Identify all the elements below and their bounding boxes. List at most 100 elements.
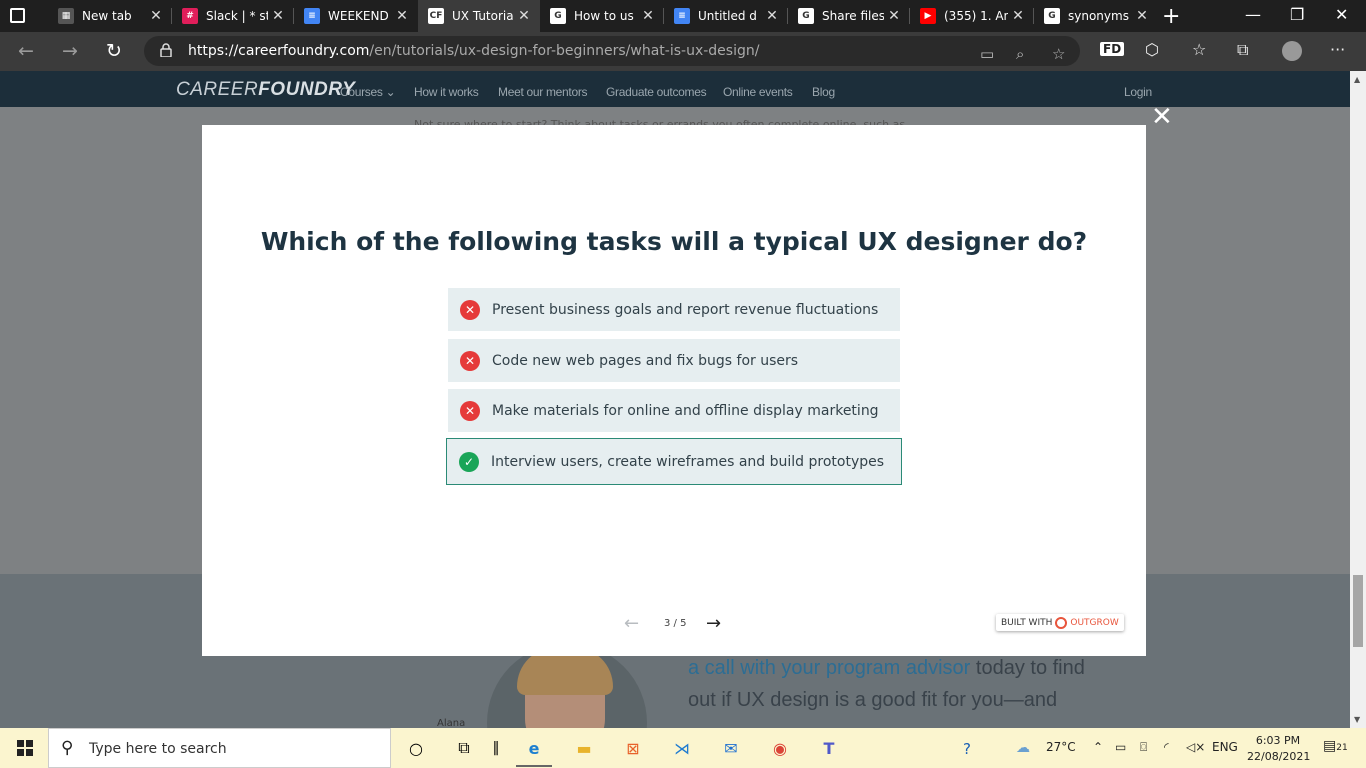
careerfoundry-logo[interactable]: CAREERFOUNDRY [176, 79, 355, 101]
zoom-icon[interactable]: ⌕ [1016, 45, 1024, 63]
task-view-icon[interactable]: ⧉ [452, 736, 476, 760]
page-scrollbar[interactable]: ▲ ▼ [1350, 71, 1366, 728]
weather-icon[interactable]: ☁ [1016, 740, 1030, 756]
cta-text-line-1: a call with your program advisor today t… [688, 657, 1085, 679]
browser-tab[interactable]: ≡ Untitled d ✕ [664, 0, 788, 32]
favorites-icon[interactable]: ☆ [1192, 40, 1206, 59]
site-nav-link[interactable]: Online events [723, 85, 793, 99]
close-tab-icon[interactable]: ✕ [884, 8, 904, 24]
close-tab-icon[interactable]: ✕ [1008, 8, 1028, 24]
quiz-option-label: Code new web pages and fix bugs for user… [492, 352, 799, 369]
edge-active-indicator [516, 765, 552, 767]
close-tab-icon[interactable]: ✕ [268, 8, 288, 24]
add-favorite-icon[interactable]: ☆ [1052, 45, 1065, 63]
built-with-outgrow-badge[interactable]: BUILT WITH OUTGROW [996, 614, 1124, 631]
cortana-icon[interactable]: ○ [404, 736, 428, 760]
extensions-icon[interactable]: ⬡ [1145, 40, 1159, 59]
search-placeholder: Type here to search [89, 741, 227, 757]
show-hidden-icons[interactable]: ⌃ [1093, 740, 1103, 754]
quiz-option-incorrect[interactable]: ✕ Present business goals and report reven… [448, 288, 900, 331]
next-arrow-icon[interactable]: → [706, 613, 721, 634]
lock-icon[interactable] [160, 43, 172, 57]
wifi-icon[interactable]: ◜ [1164, 740, 1169, 754]
check-icon: ✓ [459, 451, 479, 472]
minimize-icon[interactable]: — [1245, 5, 1261, 24]
new-tab-button[interactable]: + [1162, 4, 1180, 29]
close-tab-icon[interactable]: ✕ [1132, 8, 1152, 24]
browser-tab[interactable]: ≡ WEEKEND ✕ [294, 0, 418, 32]
weather-temperature[interactable]: 27°C [1046, 740, 1076, 754]
scroll-down-icon[interactable]: ▼ [1354, 715, 1360, 724]
profile-extension-icon[interactable]: FD [1100, 42, 1125, 56]
cta-text-line-2: out if UX design is a good fit for you—a… [688, 689, 1058, 711]
tab-separator [171, 8, 172, 24]
more-menu-icon[interactable]: ··· [1330, 40, 1345, 59]
battery-icon[interactable]: ▭ [1115, 740, 1126, 754]
xampp-icon[interactable]: ⊠ [621, 736, 645, 760]
site-nav-link[interactable]: Graduate outcomes [606, 85, 707, 99]
close-tab-icon[interactable]: ✕ [514, 8, 534, 24]
quiz-question: Which of the following tasks will a typi… [260, 227, 1088, 256]
quiz-option-incorrect[interactable]: ✕ Make materials for online and offline d… [448, 389, 900, 432]
windows-start-icon[interactable] [17, 740, 33, 756]
site-nav-link[interactable]: Courses ⌄ [340, 85, 396, 99]
windows-taskbar: ⚲ Type here to search ○ ⧉ ‖ e ▬ ⊠ ⋊ ✉ ◉ … [0, 728, 1366, 768]
close-tab-icon[interactable]: ✕ [392, 8, 412, 24]
quiz-option-label: Make materials for online and offline di… [492, 402, 879, 419]
close-window-icon[interactable]: ✕ [1335, 5, 1348, 24]
close-modal-icon[interactable]: ✕ [1151, 104, 1173, 130]
site-nav-link[interactable]: Blog [812, 85, 835, 99]
quiz-option-correct[interactable]: ✓ Interview users, create wireframes and … [446, 438, 902, 485]
newtab-icon: ▦ [58, 8, 74, 24]
close-tab-icon[interactable]: ✕ [638, 8, 658, 24]
tab-separator [787, 8, 788, 24]
close-tab-icon[interactable]: ✕ [146, 8, 166, 24]
notifications-icon[interactable]: ▤21 [1323, 738, 1348, 754]
mail-icon[interactable]: ✉ [719, 736, 743, 760]
volume-icon[interactable]: ◁× [1186, 740, 1205, 754]
tab-title: (355) 1. An [944, 9, 1008, 23]
scroll-up-icon[interactable]: ▲ [1354, 75, 1360, 84]
forward-icon[interactable]: → [62, 40, 78, 62]
youtube-icon: ▶ [920, 8, 936, 24]
taskbar-search-box[interactable]: ⚲ Type here to search [48, 728, 391, 768]
browser-tab[interactable]: CF UX Tutoria ✕ [418, 0, 540, 32]
webcam-icon[interactable]: ⌼ [1140, 740, 1147, 755]
previous-arrow-icon[interactable]: ← [624, 613, 639, 634]
edge-icon[interactable]: e [522, 736, 546, 760]
reader-view-icon[interactable]: ▭ [980, 45, 994, 63]
vscode-icon[interactable]: ⋊ [670, 736, 694, 760]
collections-icon[interactable]: ⧉ [1237, 40, 1248, 60]
maximize-icon[interactable]: ❐ [1290, 5, 1304, 24]
careerfoundry-icon: CF [428, 8, 444, 24]
taskbar-clock[interactable]: 6:03 PM 22/08/2021 [1247, 733, 1311, 765]
chrome-icon[interactable]: ◉ [768, 736, 792, 760]
profile-avatar-icon[interactable] [1282, 41, 1302, 61]
site-nav-link[interactable]: How it works [414, 85, 479, 99]
back-icon[interactable]: ← [18, 40, 34, 62]
cta-link[interactable]: a call with your program advisor [688, 657, 970, 679]
refresh-icon[interactable]: ↻ [106, 40, 122, 62]
browser-tab[interactable]: ▦ New tab ✕ [48, 0, 172, 32]
browser-tab[interactable]: Gsynonyms ✕ [1034, 0, 1158, 32]
browser-tab[interactable]: G How to us ✕ [540, 0, 664, 32]
url-text[interactable]: https://careerfoundry.com/en/tutorials/u… [188, 43, 759, 59]
tab-actions-icon[interactable] [10, 8, 25, 23]
login-link[interactable]: Login [1124, 85, 1152, 99]
teams-icon[interactable]: T [817, 736, 841, 760]
browser-tab[interactable]: ▶ (355) 1. An ✕ [910, 0, 1034, 32]
quiz-option-incorrect[interactable]: ✕ Code new web pages and fix bugs for use… [448, 339, 900, 382]
address-bar[interactable]: https://careerfoundry.com/en/tutorials/u… [144, 36, 1080, 66]
file-explorer-icon[interactable]: ▬ [572, 736, 596, 760]
site-navigation: CAREERFOUNDRY Courses ⌄ How it works Meet … [0, 71, 1350, 107]
clock-date: 22/08/2021 [1247, 750, 1311, 763]
browser-tab[interactable]: # Slack | * st ✕ [172, 0, 294, 32]
browser-tab[interactable]: G Share files ✕ [788, 0, 910, 32]
close-tab-icon[interactable]: ✕ [762, 8, 782, 24]
cross-icon: ✕ [460, 299, 480, 320]
language-indicator[interactable]: ENG [1212, 740, 1238, 754]
scrollbar-thumb[interactable] [1353, 575, 1363, 647]
help-icon[interactable]: ? [963, 740, 971, 758]
tab-separator [909, 8, 910, 24]
site-nav-link[interactable]: Meet our mentors [498, 85, 588, 99]
